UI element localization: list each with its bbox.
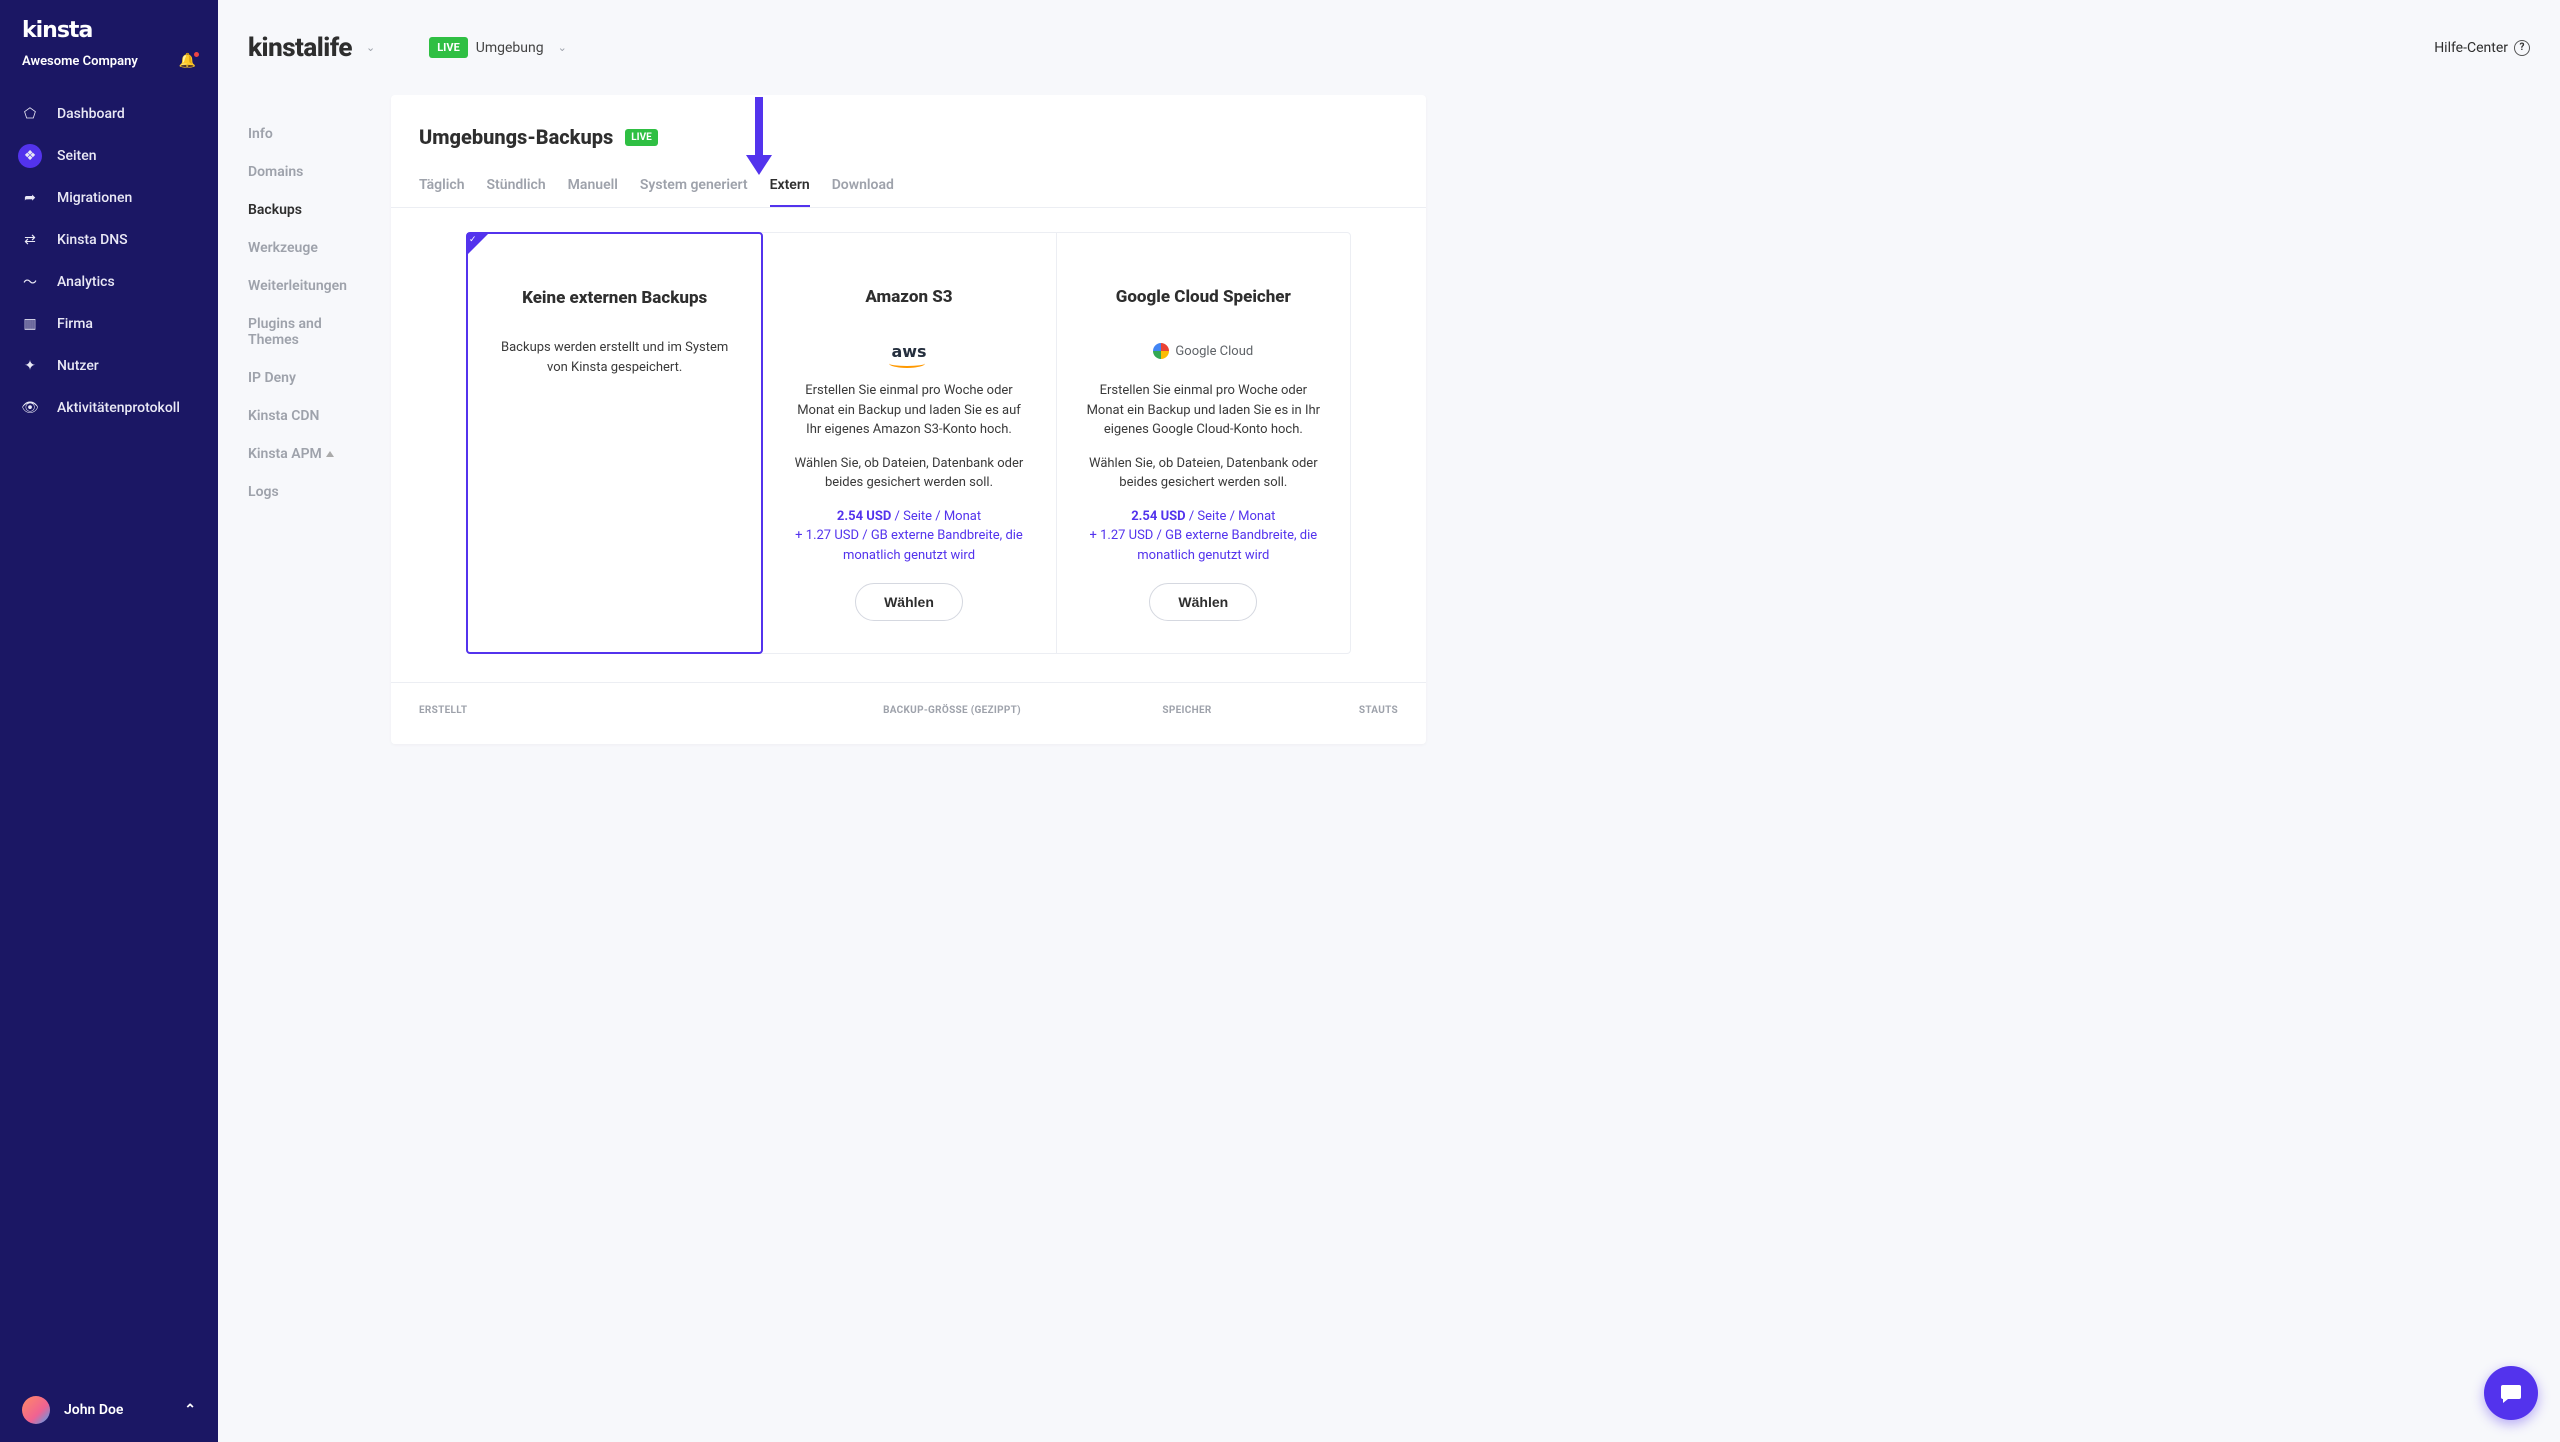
nav-firma[interactable]: ▥ Firma <box>0 303 218 345</box>
nav-migrationen[interactable]: ➦ Migrationen <box>0 177 218 219</box>
eye-icon: 👁 <box>18 396 42 420</box>
subnav-logs[interactable]: Logs <box>218 473 391 511</box>
primary-nav: ⬠ Dashboard ❖ Seiten ➦ Migrationen ⇄ Kinsta … <box>0 93 218 1378</box>
th-storage: SPEICHER <box>1097 705 1277 716</box>
nav-label: Migrationen <box>57 190 132 206</box>
brand-logo: KINSTA <box>0 18 218 53</box>
nav-nutzer[interactable]: ✦ Nutzer <box>0 345 218 387</box>
nav-label: Analytics <box>57 274 115 290</box>
card-desc: Wählen Sie, ob Dateien, Datenbank oder b… <box>788 454 1029 493</box>
card-desc: Erstellen Sie einmal pro Woche oder Mona… <box>1083 381 1324 440</box>
card-desc: Erstellen Sie einmal pro Woche oder Mona… <box>788 381 1029 440</box>
select-s3-button[interactable]: Wählen <box>855 583 963 621</box>
site-name: kinstalife <box>248 33 352 63</box>
backup-option-cards: Keine externen Backups Backups werden er… <box>466 232 1351 654</box>
help-center-link[interactable]: Hilfe-Center ? <box>2434 40 2530 56</box>
th-size: BACKUP-GRÖSSE (GEZIPPT) <box>807 705 1097 716</box>
subnav-info[interactable]: Info <box>218 115 391 153</box>
primary-sidebar: KINSTA Awesome Company 🔔 ⬠ Dashboard ❖ Sei… <box>0 0 218 1442</box>
main-panel: Umgebungs-Backups LIVE Täglich Stündlich… <box>391 95 1426 744</box>
nav-label: Aktivitätenprotokoll <box>57 400 180 416</box>
card-amazon-s3[interactable]: Amazon S3 aws Erstellen Sie einmal pro W… <box>762 233 1056 653</box>
backup-tabs: Täglich Stündlich Manuell System generie… <box>391 167 1426 208</box>
env-chevron-icon[interactable]: ⌄ <box>558 41 567 54</box>
nav-seiten[interactable]: ❖ Seiten <box>0 135 218 177</box>
card-google-cloud[interactable]: Google Cloud Speicher Google Cloud Erste… <box>1057 233 1350 653</box>
aws-logo-icon: aws <box>788 337 1029 365</box>
company-name: Awesome Company <box>22 54 138 69</box>
arrow-icon: ➦ <box>18 186 42 210</box>
subnav-cdn[interactable]: Kinsta CDN <box>218 397 391 435</box>
building-icon: ▥ <box>18 312 42 336</box>
card-pricing: 2.54 USD / Seite / Monat + 1.27 USD / GB… <box>1083 507 1324 566</box>
subnav-weiterleitungen[interactable]: Weiterleitungen <box>218 267 391 305</box>
card-desc: Backups werden erstellt und im System vo… <box>494 338 735 377</box>
card-no-external[interactable]: Keine externen Backups Backups werden er… <box>466 232 763 654</box>
th-created: ERSTELLT <box>419 705 807 716</box>
nav-label: Seiten <box>57 148 97 164</box>
user-plus-icon: ✦ <box>18 354 42 378</box>
select-gcs-button[interactable]: Wählen <box>1149 583 1257 621</box>
nav-activity[interactable]: 👁 Aktivitätenprotokoll <box>0 387 218 429</box>
chevron-down-icon[interactable]: ⌄ <box>366 41 375 54</box>
nav-label: Dashboard <box>57 106 125 122</box>
card-title: Google Cloud Speicher <box>1083 287 1324 307</box>
topbar: kinstalife ⌄ LIVE Umgebung ⌄ Hilfe-Cente… <box>218 0 2560 95</box>
tab-daily[interactable]: Täglich <box>419 167 465 207</box>
th-status: STAUTS <box>1277 705 1398 716</box>
card-desc: Wählen Sie, ob Dateien, Datenbank oder b… <box>1083 454 1324 493</box>
env-label: Umgebung <box>476 40 544 56</box>
selected-check-icon <box>467 233 489 255</box>
nav-analytics[interactable]: 〜 Analytics <box>0 261 218 303</box>
subnav-domains[interactable]: Domains <box>218 153 391 191</box>
subnav-apm[interactable]: Kinsta APM <box>218 435 391 473</box>
subnav-werkzeuge[interactable]: Werkzeuge <box>218 229 391 267</box>
avatar <box>22 1396 50 1424</box>
tab-manual[interactable]: Manuell <box>568 167 618 207</box>
user-menu[interactable]: John Doe ⌃ <box>0 1378 218 1442</box>
panel-env-badge: LIVE <box>625 129 658 146</box>
chart-icon: 〜 <box>18 270 42 294</box>
question-icon: ? <box>2514 40 2530 56</box>
subnav-backups[interactable]: Backups <box>218 191 391 229</box>
new-indicator-icon <box>326 451 334 457</box>
subnav-plugins[interactable]: Plugins and Themes <box>218 305 391 359</box>
layers-icon: ❖ <box>18 144 42 168</box>
nav-label: Kinsta DNS <box>57 232 128 248</box>
card-title: Amazon S3 <box>788 287 1029 307</box>
tab-system[interactable]: System generiert <box>640 167 748 207</box>
chat-launcher-button[interactable] <box>2484 1366 2538 1420</box>
nav-dns[interactable]: ⇄ Kinsta DNS <box>0 219 218 261</box>
user-name: John Doe <box>64 1402 123 1418</box>
help-label: Hilfe-Center <box>2434 40 2508 56</box>
bell-icon[interactable]: 🔔 <box>179 53 196 69</box>
tab-download[interactable]: Download <box>832 167 894 207</box>
gcloud-logo-icon: Google Cloud <box>1083 337 1324 365</box>
panel-title: Umgebungs-Backups <box>419 125 613 149</box>
panel-header: Umgebungs-Backups LIVE <box>391 125 1426 167</box>
card-title: Keine externen Backups <box>494 288 735 308</box>
chat-icon <box>2499 1381 2523 1405</box>
tab-extern[interactable]: Extern <box>770 167 810 207</box>
card-pricing: 2.54 USD / Seite / Monat + 1.27 USD / GB… <box>788 507 1029 566</box>
chevron-up-icon: ⌃ <box>184 1402 196 1418</box>
subnav-ipdeny[interactable]: IP Deny <box>218 359 391 397</box>
site-subnav: Info Domains Backups Werkzeuge Weiterlei… <box>218 115 391 511</box>
tab-hourly[interactable]: Stündlich <box>487 167 546 207</box>
backup-table-header: ERSTELLT BACKUP-GRÖSSE (GEZIPPT) SPEICHE… <box>391 682 1426 744</box>
env-badge: LIVE <box>429 37 468 58</box>
nav-dashboard[interactable]: ⬠ Dashboard <box>0 93 218 135</box>
nav-label: Firma <box>57 316 93 332</box>
home-icon: ⬠ <box>18 102 42 126</box>
secondary-sidebar: Info Domains Backups Werkzeuge Weiterlei… <box>218 0 391 1442</box>
swap-icon: ⇄ <box>18 228 42 252</box>
nav-label: Nutzer <box>57 358 99 374</box>
company-row[interactable]: Awesome Company 🔔 <box>0 53 218 93</box>
